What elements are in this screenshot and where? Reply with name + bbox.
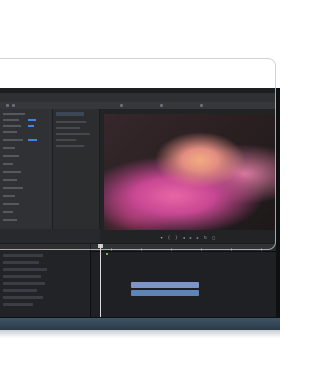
playhead[interactable]: [100, 244, 101, 317]
track-header[interactable]: [3, 254, 43, 257]
sequence-marker[interactable]: [106, 253, 108, 255]
track-header[interactable]: [3, 296, 43, 299]
track-headers: [0, 244, 91, 317]
glass-panel-overlay: [0, 58, 276, 250]
laptop-shadow: [0, 330, 280, 338]
timeline-panel: [0, 243, 276, 317]
track-header[interactable]: [3, 303, 33, 306]
track-header[interactable]: [3, 268, 47, 271]
video-clip[interactable]: [131, 282, 199, 288]
laptop-base: [0, 318, 280, 330]
audio-clip[interactable]: [131, 290, 199, 296]
track-header[interactable]: [3, 275, 41, 278]
track-header[interactable]: [3, 289, 37, 292]
track-header[interactable]: [3, 261, 39, 264]
track-header[interactable]: [3, 282, 45, 285]
